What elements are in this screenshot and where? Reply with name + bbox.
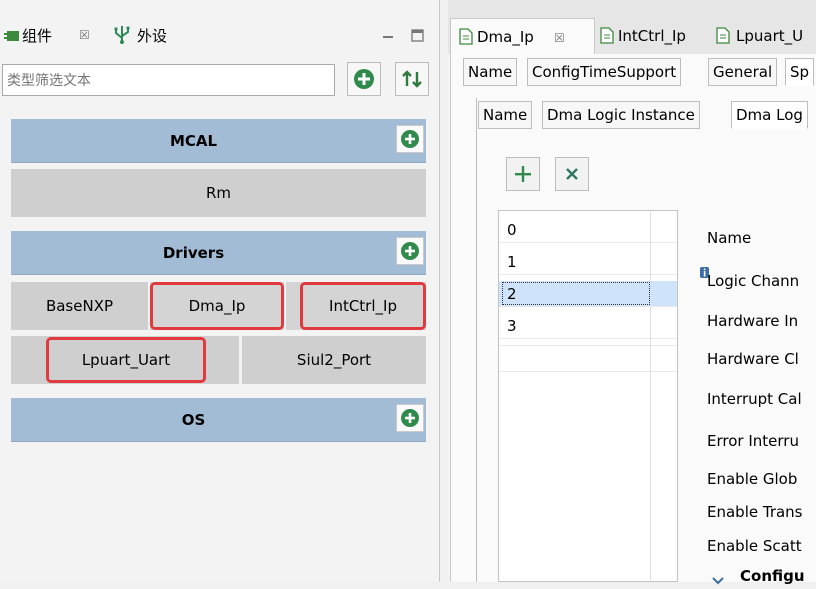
list-item[interactable]: 3 bbox=[499, 313, 677, 339]
prop-label-error-interrupt: Error Interru bbox=[707, 432, 799, 450]
components-panel: 组件 ☒ 外设 MCAL Rm Drivers BaseNXP Dma_Ip I… bbox=[0, 0, 440, 582]
subtab-name[interactable]: Name bbox=[463, 58, 518, 86]
prop-label-enable-global: Enable Glob bbox=[707, 470, 798, 488]
tab-label: Dma_Ip bbox=[477, 28, 534, 46]
tab-label: IntCtrl_Ip bbox=[618, 27, 686, 45]
component-intctrl-ip[interactable]: IntCtrl_Ip bbox=[286, 282, 426, 330]
category-title: MCAL bbox=[169, 132, 218, 150]
chevron-down-icon[interactable] bbox=[712, 571, 724, 589]
file-icon bbox=[716, 27, 730, 44]
instance-list[interactable]: 0 1 2 3 bbox=[498, 210, 678, 582]
subtab-configtimesupport[interactable]: ConfigTimeSupport bbox=[527, 58, 682, 86]
component-dma-ip[interactable]: Dma_Ip bbox=[150, 282, 284, 330]
prop-label-enable-transfer: Enable Trans bbox=[707, 503, 803, 521]
prop-label-logic-channel: Logic Chann bbox=[707, 272, 800, 290]
section-configuration[interactable]: Configu bbox=[740, 566, 805, 586]
component-siul2-port[interactable]: Siul2_Port bbox=[242, 336, 426, 384]
prop-label-hardware-channel: Hardware Cl bbox=[707, 350, 799, 368]
innertab-name[interactable]: Name bbox=[478, 101, 533, 129]
focus-outline bbox=[502, 282, 650, 305]
add-os-button[interactable] bbox=[396, 404, 424, 432]
component-lpuart-uart[interactable]: Lpuart_Uart bbox=[11, 336, 239, 384]
category-title: OS bbox=[181, 411, 206, 429]
highlight-intctrl-ip: IntCtrl_Ip bbox=[300, 282, 426, 330]
prop-label-hardware-instance: Hardware In bbox=[707, 312, 799, 330]
component-basenxp[interactable]: BaseNXP bbox=[11, 282, 148, 330]
highlight-lpuart-uart: Lpuart_Uart bbox=[46, 337, 206, 383]
inner-tab-row: Name Dma Logic Instance Dma Log bbox=[478, 101, 816, 131]
editor-tab-dma-ip[interactable]: Dma_Ip ☒ bbox=[450, 18, 595, 54]
plus-circle-icon bbox=[401, 242, 419, 260]
category-title: Drivers bbox=[162, 244, 225, 262]
component-rm[interactable]: Rm bbox=[11, 169, 426, 217]
file-icon bbox=[600, 27, 614, 44]
innertab-dma-logic-instance[interactable]: Dma Logic Instance bbox=[542, 101, 700, 129]
section-tab-row: Name ConfigTimeSupport General Sp bbox=[463, 58, 816, 88]
add-mcal-button[interactable] bbox=[396, 125, 424, 153]
editor-panel: Dma_Ip ☒ IntCtrl_Ip Lpuart_U Name Config… bbox=[448, 0, 816, 585]
list-row-line bbox=[499, 371, 677, 372]
usb-icon bbox=[113, 25, 131, 49]
plus-circle-icon bbox=[401, 409, 419, 427]
tab-peripherals[interactable]: 外设 bbox=[137, 26, 167, 46]
sort-button[interactable] bbox=[395, 62, 429, 96]
prop-label-name: Name bbox=[707, 229, 752, 247]
close-tab-icon[interactable]: ☒ bbox=[554, 20, 565, 56]
file-icon bbox=[459, 28, 473, 45]
subtab-general[interactable]: General bbox=[708, 58, 778, 86]
sort-arrows-icon bbox=[402, 70, 422, 88]
components-icon bbox=[4, 29, 20, 47]
add-component-button[interactable] bbox=[347, 62, 381, 96]
editor-tab-lpuart[interactable]: Lpuart_U bbox=[712, 18, 816, 54]
innertab-dma-logic-channel[interactable]: Dma Log bbox=[731, 101, 808, 129]
tab-label: Lpuart_U bbox=[736, 27, 804, 45]
subtab-specific[interactable]: Sp bbox=[785, 58, 815, 86]
plus-circle-icon bbox=[354, 69, 374, 89]
plus-icon bbox=[515, 166, 531, 182]
close-icon bbox=[566, 168, 578, 180]
category-drivers[interactable]: Drivers bbox=[11, 231, 426, 275]
editor-tab-intctrl-ip[interactable]: IntCtrl_Ip bbox=[598, 18, 710, 54]
highlight-dma-ip: Dma_Ip bbox=[150, 282, 284, 330]
category-os[interactable]: OS bbox=[11, 398, 426, 442]
list-item[interactable]: 0 bbox=[499, 217, 677, 243]
add-drivers-button[interactable] bbox=[396, 237, 424, 265]
close-tab-icon[interactable]: ☒ bbox=[79, 28, 90, 42]
list-row-line bbox=[499, 345, 677, 346]
plus-circle-icon bbox=[401, 130, 419, 148]
maximize-icon[interactable] bbox=[411, 28, 424, 46]
tab-components[interactable]: 组件 bbox=[22, 26, 52, 46]
minimize-icon[interactable] bbox=[382, 30, 394, 48]
prop-label-enable-scatter: Enable Scatt bbox=[707, 537, 802, 555]
remove-item-button[interactable] bbox=[555, 157, 589, 191]
list-item[interactable]: 1 bbox=[499, 249, 677, 275]
add-item-button[interactable] bbox=[506, 157, 540, 191]
prop-label-interrupt-callback: Interrupt Cal bbox=[707, 390, 802, 408]
category-mcal[interactable]: MCAL bbox=[11, 119, 426, 163]
type-filter-input[interactable] bbox=[2, 64, 335, 96]
